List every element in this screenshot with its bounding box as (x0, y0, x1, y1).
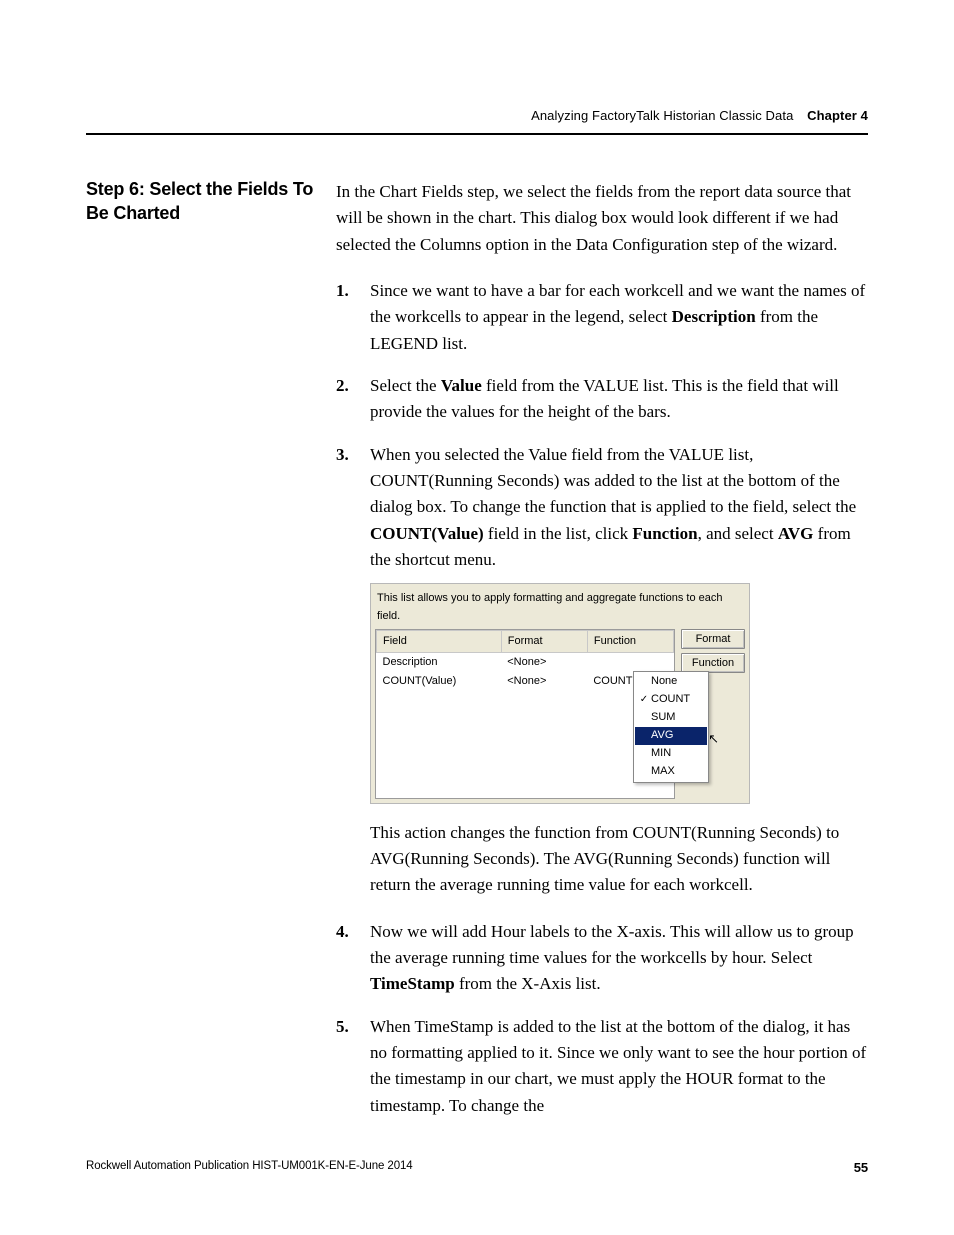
field-list[interactable]: Field Format Function Description <None> (375, 629, 675, 799)
step-1: 1. Since we want to have a bar for each … (336, 278, 868, 357)
publication-info: Rockwell Automation Publication HIST-UM0… (86, 1160, 413, 1175)
emphasis: TimeStamp (370, 974, 455, 993)
step-text: field in the list, click (484, 524, 633, 543)
cell-field: Description (377, 652, 502, 672)
chapter-label: Chapter 4 (807, 108, 868, 123)
cell-format: <None> (501, 672, 587, 691)
step-number: 3. (336, 442, 349, 468)
header-rule (86, 133, 868, 135)
check-icon: ✓ (637, 692, 651, 708)
step-text: When TimeStamp is added to the list at t… (370, 1017, 866, 1115)
page-footer: Rockwell Automation Publication HIST-UM0… (86, 1160, 868, 1175)
emphasis: COUNT(Value) (370, 524, 484, 543)
col-function[interactable]: Function (587, 630, 673, 652)
menu-item-min[interactable]: MIN (635, 745, 707, 763)
cell-field: COUNT(Value) (377, 672, 502, 691)
emphasis: Description (672, 307, 756, 326)
menu-item-none[interactable]: None (635, 673, 707, 691)
table-row[interactable]: Description <None> (377, 652, 674, 672)
col-format[interactable]: Format (501, 630, 587, 652)
dialog-caption: This list allows you to apply formatting… (377, 590, 743, 624)
step-text: , and select (698, 524, 778, 543)
cell-function (587, 652, 673, 672)
page-number: 55 (854, 1160, 868, 1175)
dialog-screenshot: This list allows you to apply formatting… (370, 583, 750, 803)
step-2: 2. Select the Value field from the VALUE… (336, 373, 868, 426)
menu-item-avg[interactable]: AVG↖ (635, 727, 707, 745)
step-number: 1. (336, 278, 349, 304)
step-text: Now we will add Hour labels to the X-axi… (370, 922, 854, 967)
table-row[interactable]: COUNT(Value) <None> COUNT (377, 672, 674, 691)
step-4: 4. Now we will add Hour labels to the X-… (336, 919, 868, 998)
menu-item-max[interactable]: MAX (635, 763, 707, 781)
running-header: Analyzing FactoryTalk Historian Classic … (86, 108, 868, 123)
emphasis: Value (441, 376, 482, 395)
menu-item-sum[interactable]: SUM (635, 709, 707, 727)
side-heading: Step 6: Select the Fields To Be Charted (86, 177, 336, 226)
step-number: 4. (336, 919, 349, 945)
step-3: 3. When you selected the Value field fro… (336, 442, 868, 899)
function-context-menu: None ✓COUNT SUM AVG↖ MIN MAX (633, 671, 709, 783)
step-number: 5. (336, 1014, 349, 1040)
section-title: Analyzing FactoryTalk Historian Classic … (531, 108, 793, 123)
menu-item-count[interactable]: ✓COUNT (635, 691, 707, 709)
cell-format: <None> (501, 652, 587, 672)
emphasis: Function (632, 524, 697, 543)
intro-paragraph: In the Chart Fields step, we select the … (336, 179, 868, 258)
step-number: 2. (336, 373, 349, 399)
step-5: 5. When TimeStamp is added to the list a… (336, 1014, 868, 1119)
format-button[interactable]: Format (681, 629, 745, 649)
emphasis: AVG (778, 524, 814, 543)
step-text: Select the (370, 376, 441, 395)
col-field[interactable]: Field (377, 630, 502, 652)
body-text: In the Chart Fields step, we select the … (336, 179, 868, 1135)
step-3-followup: This action changes the function from CO… (370, 820, 868, 899)
cursor-icon: ↖ (708, 729, 719, 749)
step-text: from the X-Axis list. (455, 974, 601, 993)
step-text: When you selected the Value field from t… (370, 445, 856, 517)
function-button[interactable]: Function (681, 653, 745, 673)
